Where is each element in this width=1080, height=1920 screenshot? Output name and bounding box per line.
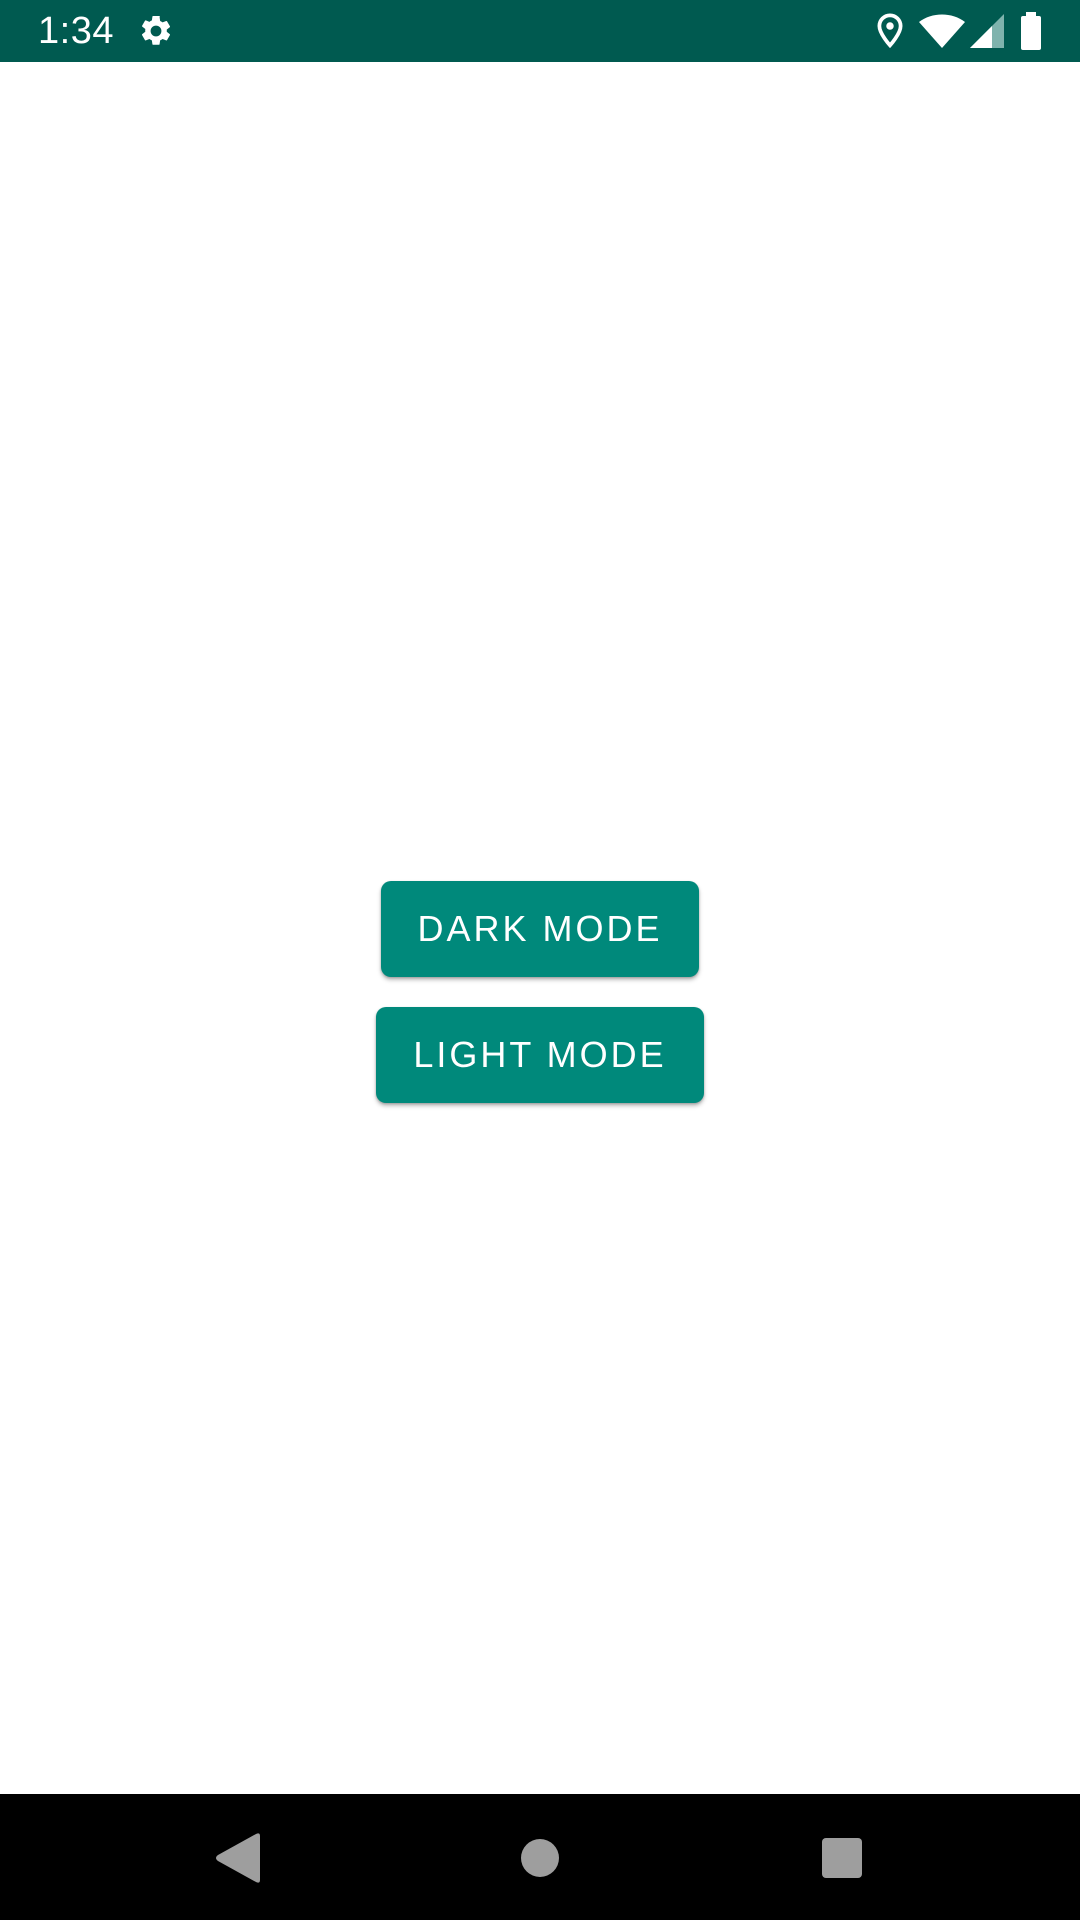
screen: 1:34 DARK MODE LIGHT MODE bbox=[0, 0, 1080, 1920]
wifi-icon bbox=[919, 14, 965, 48]
dark-mode-button[interactable]: DARK MODE bbox=[381, 881, 699, 977]
navigation-bar bbox=[0, 1794, 1080, 1920]
cell-signal-icon bbox=[970, 14, 1004, 48]
status-bar: 1:34 bbox=[0, 0, 1080, 62]
back-icon[interactable] bbox=[210, 1830, 266, 1886]
home-icon[interactable] bbox=[512, 1830, 568, 1886]
battery-icon bbox=[1021, 12, 1041, 50]
location-icon bbox=[877, 13, 903, 49]
gear-icon bbox=[141, 15, 171, 45]
light-mode-button[interactable]: LIGHT MODE bbox=[376, 1007, 704, 1103]
recents-icon[interactable] bbox=[814, 1830, 870, 1886]
status-time: 1:34 bbox=[38, 10, 114, 52]
